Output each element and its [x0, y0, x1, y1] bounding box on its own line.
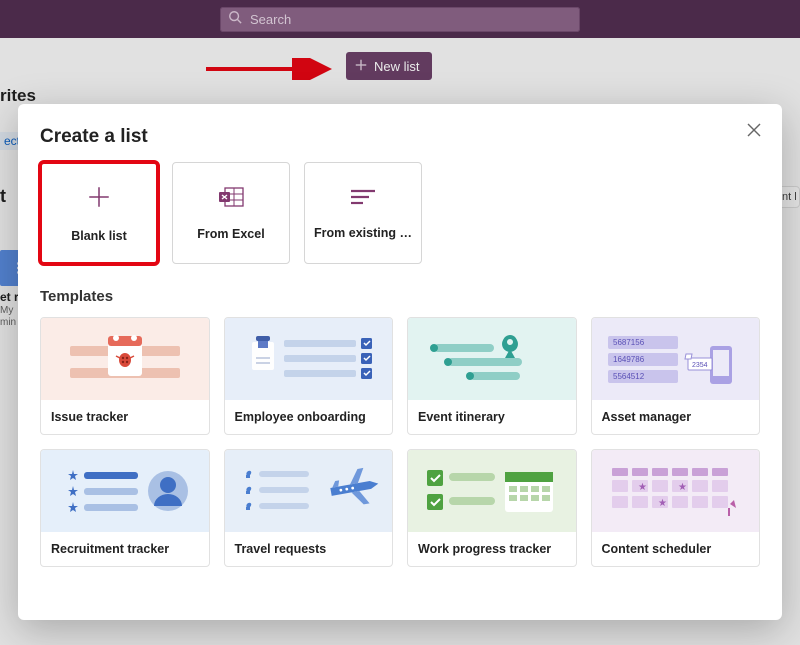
template-label: Recruitment tracker: [41, 532, 209, 566]
topbar: [0, 0, 800, 38]
template-content-scheduler[interactable]: ★ ★ ★ Content scheduler: [591, 449, 761, 567]
template-thumb: [41, 318, 209, 400]
template-thumb: [225, 318, 393, 400]
onboarding-icon: [238, 328, 378, 390]
travel-icon: [233, 460, 383, 522]
create-option-label: From existing …: [310, 226, 416, 240]
template-thumb: [41, 450, 209, 532]
template-label: Work progress tracker: [408, 532, 576, 566]
scheduler-icon: ★ ★ ★: [600, 460, 750, 522]
template-label: Issue tracker: [41, 400, 209, 434]
create-option-label: Blank list: [67, 229, 131, 243]
close-icon: [747, 123, 761, 137]
template-thumb: ★ ★ ★: [592, 450, 760, 532]
create-list-modal: Create a list Blank list From Excel From…: [18, 104, 782, 620]
search-input[interactable]: [250, 12, 572, 27]
template-work-progress[interactable]: Work progress tracker: [407, 449, 577, 567]
svg-text:★: ★: [658, 498, 667, 509]
templates-heading: Templates: [40, 288, 760, 305]
template-employee-onboarding[interactable]: Employee onboarding: [224, 317, 394, 435]
template-thumb: [225, 450, 393, 532]
template-recruitment-tracker[interactable]: Recruitment tracker: [40, 449, 210, 567]
template-label: Event itinerary: [408, 400, 576, 434]
template-event-itinerary[interactable]: Event itinerary: [407, 317, 577, 435]
svg-text:★: ★: [678, 482, 687, 493]
recruitment-icon: [50, 460, 200, 522]
svg-text:★: ★: [638, 482, 647, 493]
template-issue-tracker[interactable]: Issue tracker: [40, 317, 210, 435]
search-icon: [228, 10, 242, 29]
plus-big-icon: [86, 184, 112, 215]
svg-text:5687156: 5687156: [613, 338, 645, 347]
svg-text:2354: 2354: [692, 362, 708, 369]
templates-grid: Issue tracker Employee on: [40, 317, 760, 567]
create-option-excel[interactable]: From Excel: [172, 162, 290, 264]
svg-text:1649786: 1649786: [613, 355, 645, 364]
template-label: Travel requests: [225, 532, 393, 566]
create-option-label: From Excel: [193, 227, 268, 241]
template-label: Asset manager: [592, 400, 760, 434]
modal-title: Create a list: [40, 126, 760, 148]
template-thumb: 5687156 1649786 5564512 2354: [592, 318, 760, 400]
template-thumb: [408, 318, 576, 400]
list-lines-icon: [349, 187, 377, 212]
template-asset-manager[interactable]: 5687156 1649786 5564512 2354 Asset manag…: [591, 317, 761, 435]
event-icon: [422, 328, 562, 390]
search-box[interactable]: [220, 7, 580, 32]
progress-icon: [417, 460, 567, 522]
template-label: Content scheduler: [592, 532, 760, 566]
asset-icon: 5687156 1649786 5564512 2354: [600, 328, 750, 390]
excel-icon: [217, 186, 245, 213]
bug-calendar-icon: [60, 328, 190, 390]
create-option-existing[interactable]: From existing …: [304, 162, 422, 264]
close-button[interactable]: [742, 118, 766, 142]
template-travel-requests[interactable]: Travel requests: [224, 449, 394, 567]
create-options-row: Blank list From Excel From existing …: [40, 162, 760, 264]
svg-text:5564512: 5564512: [613, 372, 645, 381]
template-thumb: [408, 450, 576, 532]
template-label: Employee onboarding: [225, 400, 393, 434]
create-option-blank[interactable]: Blank list: [40, 162, 158, 264]
